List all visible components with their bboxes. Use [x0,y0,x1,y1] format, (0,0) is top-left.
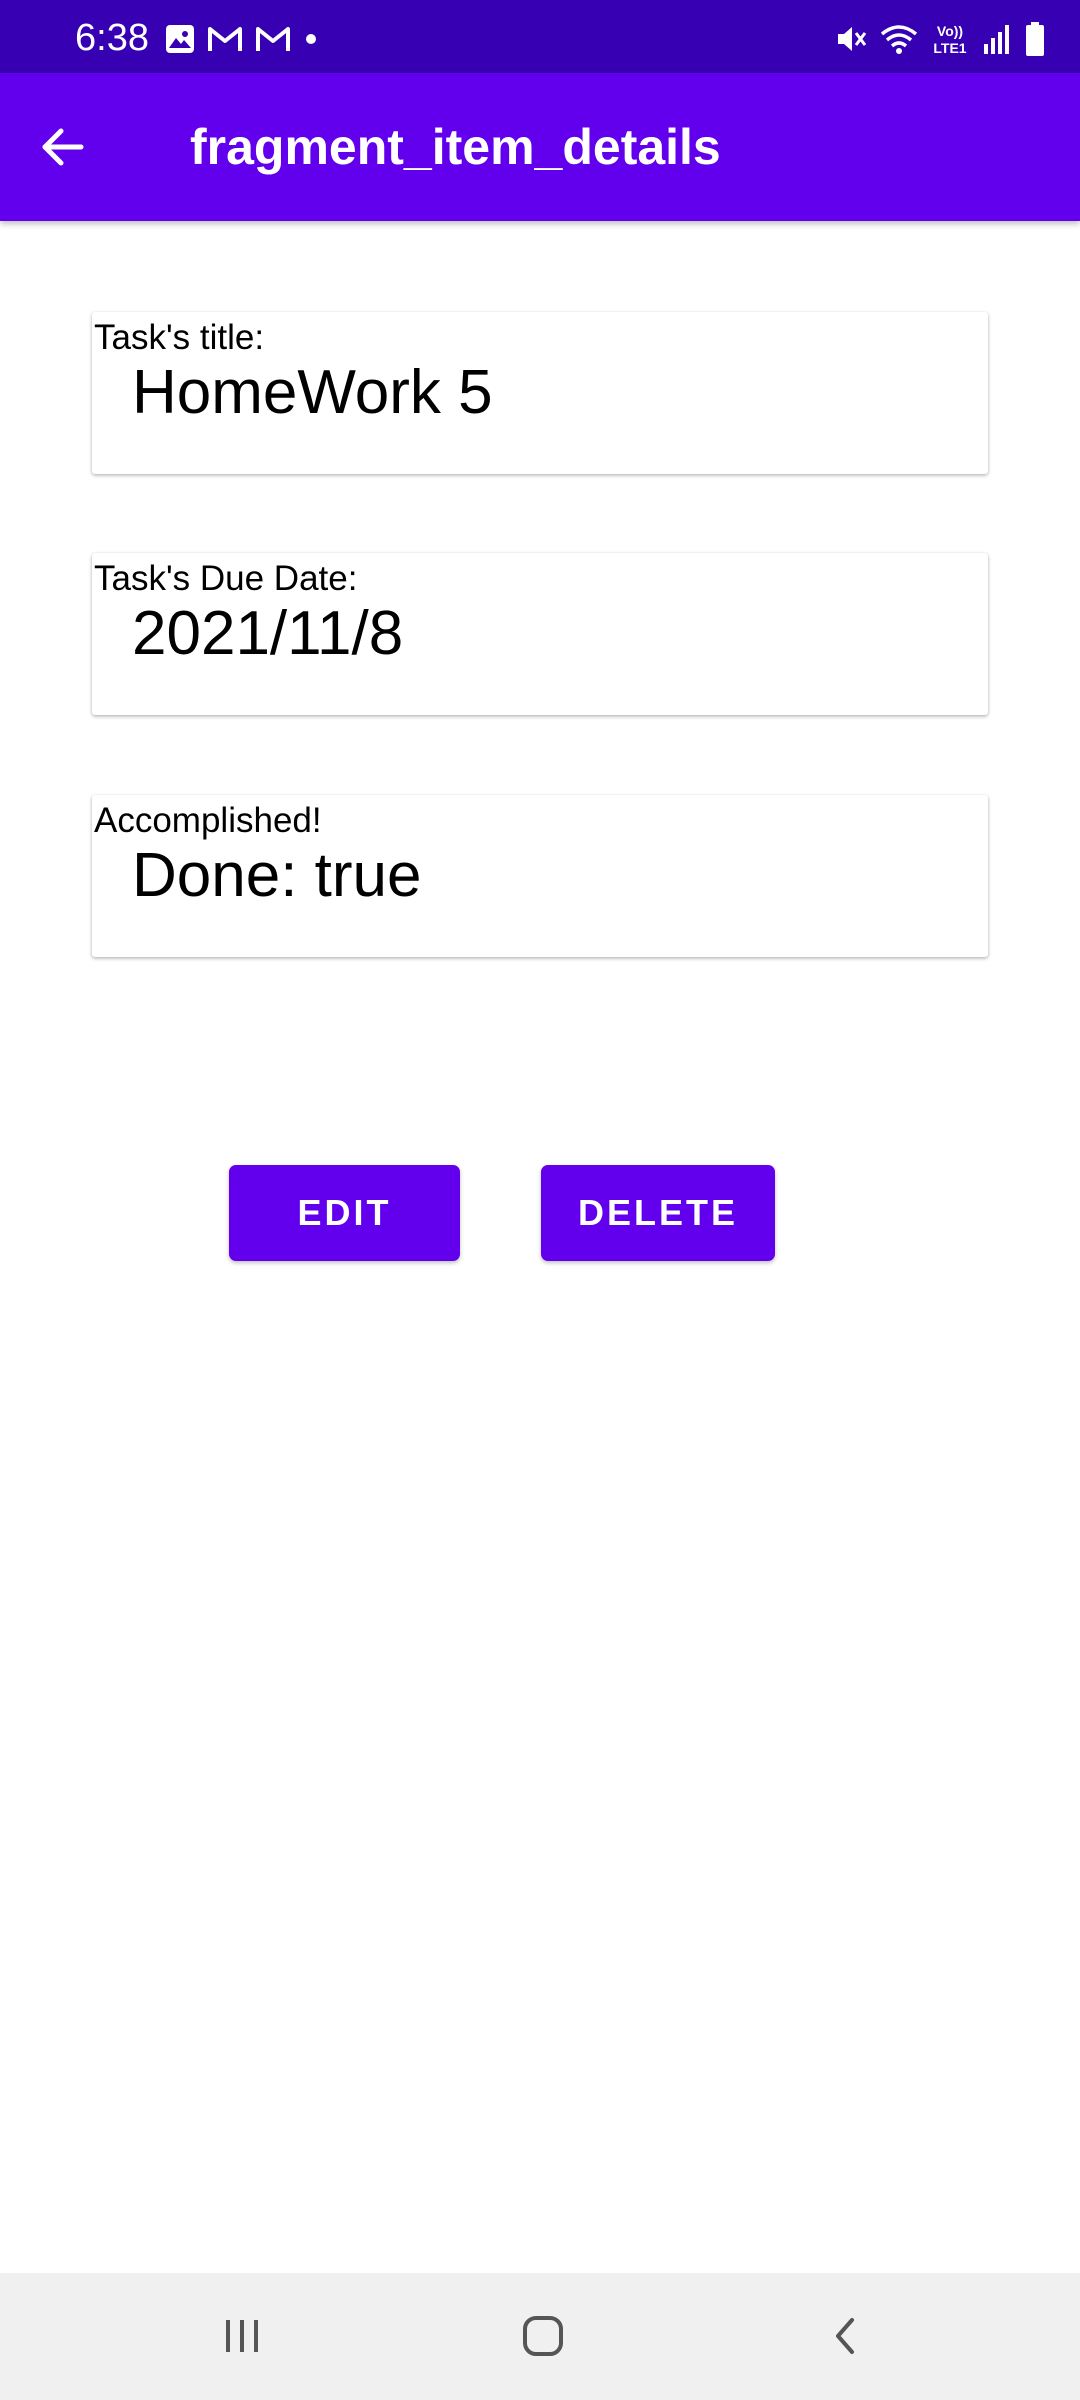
page-title: fragment_item_details [190,119,721,175]
signal-icon [982,22,1012,56]
task-due-date-card: Task's Due Date: 2021/11/8 [92,553,988,715]
notification-icons [165,22,319,56]
recents-button[interactable] [202,2301,282,2371]
back-button[interactable] [30,115,94,179]
app-bar: fragment_item_details [0,73,1080,221]
back-icon [824,2314,868,2358]
mute-icon [834,22,868,56]
task-title-value: HomeWork 5 [132,358,493,427]
home-icon [519,2312,567,2360]
status-bar: 6:38 Vo)) LTE1 [0,0,1080,73]
battery-icon [1024,21,1046,57]
arrow-back-icon [39,124,85,170]
nav-back-button[interactable] [806,2301,886,2371]
system-icons: Vo)) LTE1 [834,20,1046,58]
recents-icon [220,2314,264,2358]
task-title-card: Task's title: HomeWork 5 [92,312,988,474]
volte-text: Vo)) [937,23,963,39]
edit-button[interactable]: EDIT [229,1165,460,1261]
task-done-label: Accomplished! [94,801,322,840]
volte-lte-icon: Vo)) LTE1 [930,21,970,57]
navigation-bar [0,2273,1080,2400]
screen: 6:38 Vo)) LTE1 fragment_item_details Tas… [0,0,1080,2400]
task-due-date-label: Task's Due Date: [94,559,358,598]
gmail-icon [207,24,243,54]
delete-button[interactable]: DELETE [541,1165,775,1261]
task-title-label: Task's title: [94,318,265,357]
task-done-value: Done: true [132,841,422,910]
home-button[interactable] [503,2301,583,2371]
status-time: 6:38 [75,17,149,59]
gmail-icon [255,24,291,54]
gallery-icon [165,24,195,54]
dot-icon [303,24,319,54]
task-due-date-value: 2021/11/8 [132,599,404,668]
lte-text: LTE1 [933,40,966,56]
wifi-icon [880,22,918,56]
task-done-card: Accomplished! Done: true [92,795,988,957]
